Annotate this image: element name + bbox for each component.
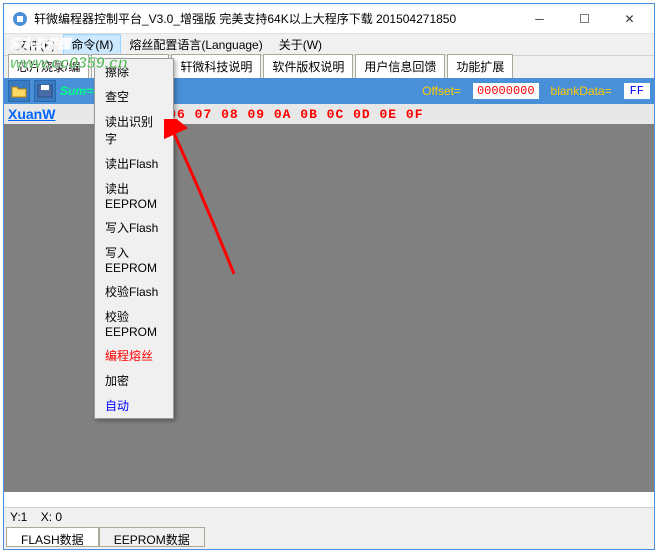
open-file-button[interactable]	[8, 80, 30, 102]
bottom-tabs: FLASH数据 EEPROM数据	[4, 525, 654, 549]
tab-flash-data[interactable]: FLASH数据	[6, 527, 99, 547]
blank-data-label: blankData=	[551, 84, 612, 98]
app-icon	[12, 11, 28, 27]
save-icon	[37, 84, 53, 98]
cursor-x: X: 0	[41, 510, 62, 524]
offset-label: Offset=	[422, 84, 461, 98]
brand-label: XuanW	[8, 106, 55, 122]
close-button[interactable]: ✕	[607, 5, 652, 33]
cmd-read-signature[interactable]: 读出识别字	[95, 109, 173, 151]
window-title: 轩微编程器控制平台_V3.0_增强版 完美支持64K以上大程序下载 201504…	[34, 10, 517, 27]
tab-chip-program[interactable]: 芯片烧录/编	[8, 54, 89, 78]
save-file-button[interactable]	[34, 80, 56, 102]
blank-data-value[interactable]: FF	[624, 83, 650, 99]
menubar: 文件(F) 命令(M) 熔丝配置语言(Language) 关于(W)	[4, 34, 654, 56]
minimize-button[interactable]: ─	[517, 5, 562, 33]
menu-command[interactable]: 命令(M)	[63, 34, 121, 55]
cmd-check-blank[interactable]: 查空	[95, 84, 173, 109]
cmd-lock[interactable]: 加密	[95, 368, 173, 393]
offset-value: 00000000	[473, 83, 539, 99]
menu-about[interactable]: 关于(W)	[271, 34, 330, 55]
tab-xuanwei-info[interactable]: 轩微科技说明	[171, 54, 261, 78]
cmd-program-fuse[interactable]: 编程熔丝	[95, 343, 173, 368]
cmd-verify-eeprom[interactable]: 校验EEPROM	[95, 304, 173, 343]
cursor-y: Y:1	[10, 510, 27, 524]
maximize-button[interactable]: ☐	[562, 5, 607, 33]
cmd-verify-flash[interactable]: 校验Flash	[95, 279, 173, 304]
cmd-erase[interactable]: 擦除	[95, 59, 173, 84]
tab-copyright[interactable]: 软件版权说明	[263, 54, 353, 78]
menu-file[interactable]: 文件(F)	[8, 34, 63, 55]
main-window: 轩微编程器控制平台_V3.0_增强版 完美支持64K以上大程序下载 201504…	[3, 3, 655, 550]
command-dropdown: 擦除 查空 读出识别字 读出Flash 读出EEPROM 写入Flash 写入E…	[94, 58, 174, 419]
cmd-auto[interactable]: 自动	[95, 393, 173, 418]
cmd-write-flash[interactable]: 写入Flash	[95, 215, 173, 240]
folder-open-icon	[11, 84, 27, 98]
tab-user-feedback[interactable]: 用户信息回馈	[355, 54, 445, 78]
menu-language[interactable]: 熔丝配置语言(Language)	[121, 34, 270, 55]
tab-extensions[interactable]: 功能扩展	[447, 54, 513, 78]
statusbar: Y:1 X: 0	[4, 507, 654, 525]
tab-eeprom-data[interactable]: EEPROM数据	[99, 527, 205, 547]
window-controls: ─ ☐ ✕	[517, 5, 652, 33]
cmd-read-eeprom[interactable]: 读出EEPROM	[95, 176, 173, 215]
titlebar: 轩微编程器控制平台_V3.0_增强版 完美支持64K以上大程序下载 201504…	[4, 4, 654, 34]
cmd-write-eeprom[interactable]: 写入EEPROM	[95, 240, 173, 279]
cmd-read-flash[interactable]: 读出Flash	[95, 151, 173, 176]
